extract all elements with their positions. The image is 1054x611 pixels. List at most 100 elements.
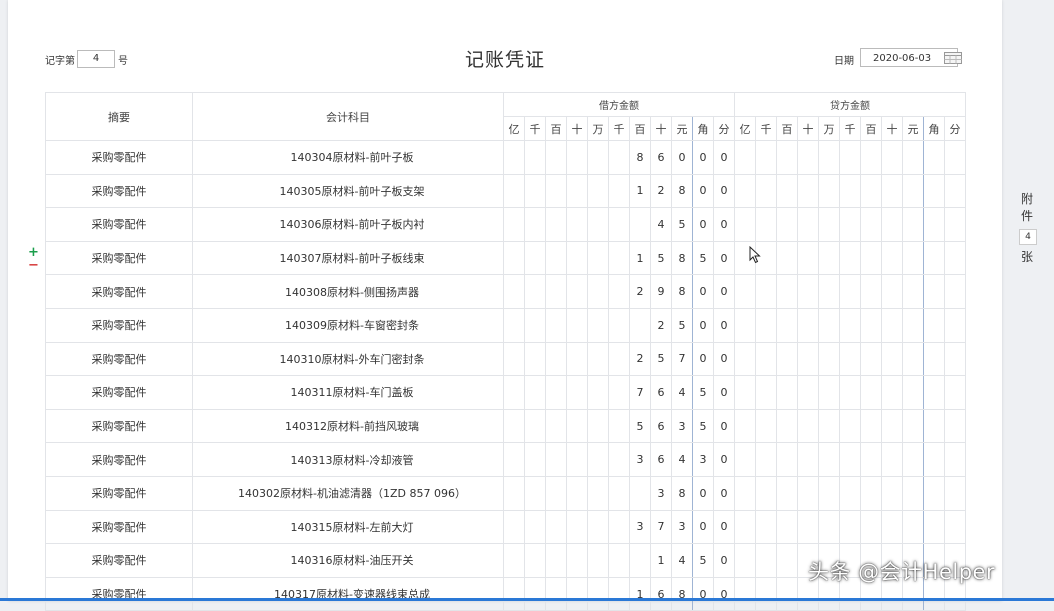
debit-digit-cell[interactable] [503, 543, 525, 578]
debit-digit-cell[interactable]: 6 [650, 408, 672, 444]
credit-digit-cell[interactable] [797, 408, 819, 444]
credit-digit-cell[interactable] [755, 274, 777, 309]
credit-digit-cell[interactable] [923, 341, 945, 377]
debit-digit-cell[interactable] [587, 375, 609, 410]
credit-digit-cell[interactable] [860, 475, 882, 511]
debit-digit-cell[interactable]: 2 [629, 274, 651, 309]
credit-digit-cell[interactable] [776, 475, 798, 511]
debit-digit-cell[interactable]: 6 [650, 140, 672, 175]
credit-digit-cell[interactable] [902, 274, 924, 309]
debit-digit-cell[interactable] [566, 307, 588, 343]
debit-digit-cell[interactable] [608, 543, 630, 578]
credit-digit-cell[interactable] [923, 207, 945, 242]
debit-digit-cell[interactable] [545, 475, 567, 511]
debit-digit-cell[interactable]: 5 [692, 408, 714, 444]
credit-digit-cell[interactable] [776, 341, 798, 377]
debit-digit-cell[interactable]: 1 [629, 240, 651, 276]
debit-digit-cell[interactable]: 0 [713, 140, 735, 175]
debit-digit-cell[interactable] [524, 140, 546, 175]
credit-digit-cell[interactable] [734, 173, 756, 209]
debit-digit-cell[interactable]: 6 [650, 375, 672, 410]
credit-digit-cell[interactable] [818, 207, 840, 242]
credit-digit-cell[interactable] [734, 274, 756, 309]
debit-digit-cell[interactable]: 0 [713, 509, 735, 545]
debit-digit-cell[interactable] [629, 207, 651, 242]
debit-digit-cell[interactable] [524, 274, 546, 309]
credit-digit-cell[interactable] [944, 442, 966, 477]
debit-digit-cell[interactable]: 0 [713, 442, 735, 477]
credit-digit-cell[interactable] [944, 207, 966, 242]
debit-digit-cell[interactable]: 0 [692, 140, 714, 175]
debit-digit-cell[interactable] [566, 240, 588, 276]
debit-digit-cell[interactable] [587, 341, 609, 377]
debit-digit-cell[interactable] [524, 442, 546, 477]
credit-digit-cell[interactable] [818, 509, 840, 545]
debit-digit-cell[interactable]: 0 [713, 375, 735, 410]
credit-digit-cell[interactable] [755, 475, 777, 511]
credit-digit-cell[interactable] [776, 240, 798, 276]
credit-digit-cell[interactable] [839, 307, 861, 343]
debit-digit-cell[interactable] [587, 240, 609, 276]
account-cell[interactable]: 140316原材料-油压开关 [192, 543, 504, 578]
debit-digit-cell[interactable] [566, 543, 588, 578]
debit-digit-cell[interactable]: 8 [671, 475, 693, 511]
debit-digit-cell[interactable] [545, 509, 567, 545]
credit-digit-cell[interactable] [818, 475, 840, 511]
debit-digit-cell[interactable]: 1 [650, 543, 672, 578]
debit-digit-cell[interactable]: 1 [629, 173, 651, 209]
credit-digit-cell[interactable] [839, 341, 861, 377]
credit-digit-cell[interactable] [776, 207, 798, 242]
credit-digit-cell[interactable] [734, 375, 756, 410]
credit-digit-cell[interactable] [734, 543, 756, 578]
credit-digit-cell[interactable] [776, 576, 798, 611]
credit-digit-cell[interactable] [839, 509, 861, 545]
debit-digit-cell[interactable]: 0 [692, 173, 714, 209]
debit-digit-cell[interactable]: 5 [692, 543, 714, 578]
debit-digit-cell[interactable] [545, 140, 567, 175]
debit-digit-cell[interactable]: 3 [671, 408, 693, 444]
debit-digit-cell[interactable]: 8 [671, 274, 693, 309]
debit-digit-cell[interactable]: 0 [713, 543, 735, 578]
account-cell[interactable]: 140312原材料-前挡风玻璃 [192, 408, 504, 444]
debit-digit-cell[interactable] [503, 509, 525, 545]
credit-digit-cell[interactable] [902, 509, 924, 545]
credit-digit-cell[interactable] [776, 274, 798, 309]
debit-digit-cell[interactable] [524, 307, 546, 343]
debit-digit-cell[interactable]: 2 [650, 307, 672, 343]
credit-digit-cell[interactable] [734, 576, 756, 611]
credit-digit-cell[interactable] [776, 408, 798, 444]
credit-digit-cell[interactable] [860, 274, 882, 309]
debit-digit-cell[interactable]: 0 [713, 576, 735, 611]
debit-digit-cell[interactable] [545, 576, 567, 611]
credit-digit-cell[interactable] [818, 307, 840, 343]
credit-digit-cell[interactable] [755, 173, 777, 209]
credit-digit-cell[interactable] [734, 408, 756, 444]
summary-cell[interactable]: 采购零配件 [45, 173, 193, 209]
credit-digit-cell[interactable] [839, 240, 861, 276]
summary-cell[interactable]: 采购零配件 [45, 341, 193, 377]
credit-digit-cell[interactable] [797, 274, 819, 309]
debit-digit-cell[interactable] [587, 509, 609, 545]
credit-digit-cell[interactable] [944, 509, 966, 545]
debit-digit-cell[interactable]: 6 [650, 442, 672, 477]
debit-digit-cell[interactable] [545, 442, 567, 477]
credit-digit-cell[interactable] [902, 442, 924, 477]
credit-digit-cell[interactable] [776, 307, 798, 343]
summary-cell[interactable]: 采购零配件 [45, 442, 193, 477]
account-cell[interactable]: 140311原材料-车门盖板 [192, 375, 504, 410]
debit-digit-cell[interactable]: 0 [692, 207, 714, 242]
credit-digit-cell[interactable] [860, 509, 882, 545]
summary-cell[interactable]: 采购零配件 [45, 274, 193, 309]
credit-digit-cell[interactable] [797, 509, 819, 545]
account-cell[interactable]: 140302原材料-机油滤清器（1ZD 857 096） [192, 475, 504, 511]
credit-digit-cell[interactable] [860, 408, 882, 444]
summary-cell[interactable]: 采购零配件 [45, 307, 193, 343]
credit-digit-cell[interactable] [755, 375, 777, 410]
account-cell[interactable]: 140308原材料-侧围扬声器 [192, 274, 504, 309]
summary-cell[interactable]: 采购零配件 [45, 509, 193, 545]
credit-digit-cell[interactable] [818, 173, 840, 209]
credit-digit-cell[interactable] [776, 509, 798, 545]
debit-digit-cell[interactable] [566, 140, 588, 175]
debit-digit-cell[interactable] [587, 543, 609, 578]
debit-digit-cell[interactable]: 0 [692, 307, 714, 343]
